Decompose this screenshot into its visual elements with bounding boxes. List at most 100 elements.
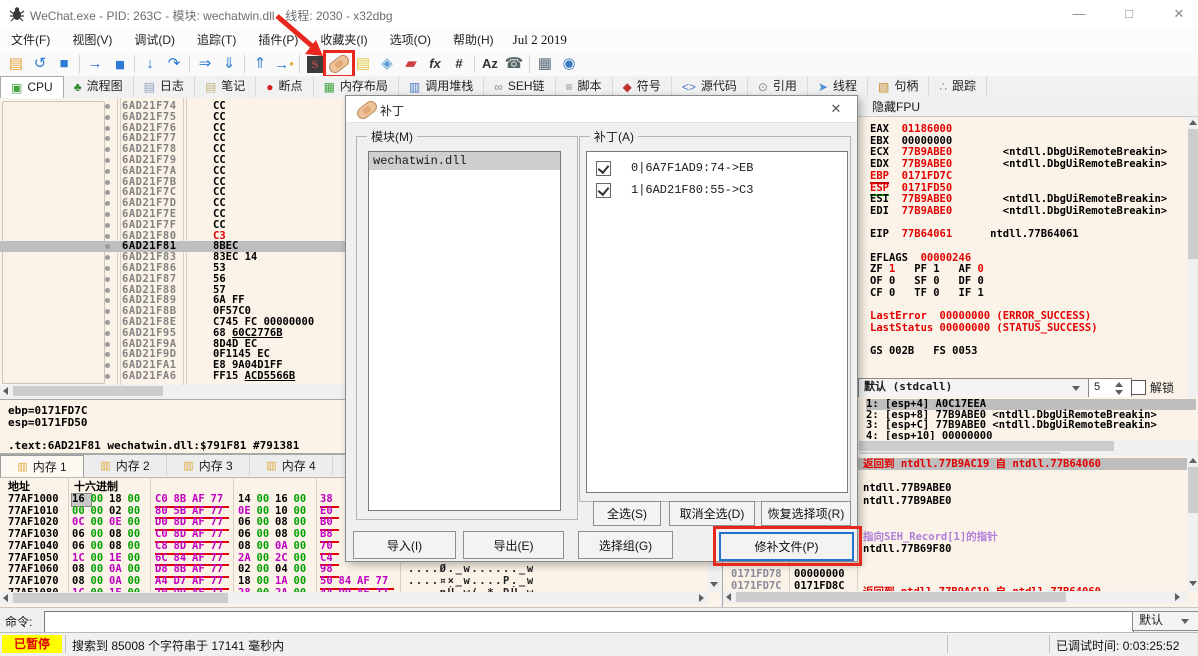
stack-vscrollbar[interactable] — [1187, 455, 1198, 591]
labels-icon[interactable]: ◈ — [375, 54, 399, 74]
dump-byte[interactable]: 8B — [174, 493, 193, 506]
patches-list[interactable]: 0|6A7F1AD9:74->EB 1|6AD21F80:55->C3 — [586, 151, 848, 493]
breakpoint-dot-icon[interactable] — [105, 255, 110, 261]
tab-CPU[interactable]: ▣ CPU — [0, 76, 64, 99]
tab-断点[interactable]: ● 断点 — [256, 76, 314, 97]
dump-byte[interactable]: 00 — [257, 493, 276, 506]
import-button[interactable]: 导入(I) — [353, 531, 456, 559]
menu-item[interactable]: 追踪(T) — [186, 28, 247, 52]
arg-depth-spinner[interactable]: 5 — [1088, 378, 1132, 398]
breakpoint-dot-icon[interactable] — [105, 147, 110, 153]
deselect-all-button[interactable]: 取消全选(D) — [669, 501, 755, 526]
calculator-icon[interactable]: ▦ — [533, 54, 557, 74]
dump-byte[interactable]: 08 — [72, 575, 91, 588]
function-icon[interactable]: fx — [423, 54, 447, 74]
tab-符号[interactable]: ◆ 符号 — [613, 76, 672, 97]
menu-item[interactable]: 选项(O) — [379, 28, 442, 52]
breakpoint-dot-icon[interactable] — [105, 244, 110, 250]
patch-list-item[interactable]: 0|6A7F1AD9:74->EB — [587, 158, 847, 178]
stack-row[interactable]: 0171FD78 00000000 — [723, 568, 1198, 580]
dump-byte[interactable]: 0A — [109, 575, 128, 588]
tab-内存布局[interactable]: ▦ 内存布局 — [314, 76, 399, 97]
breakpoint-dot-icon[interactable] — [105, 222, 110, 228]
callconv-combo[interactable]: 默认 (stdcall) — [858, 378, 1092, 398]
hide-fpu-button[interactable]: 隐藏FPU — [858, 98, 1198, 117]
dump-byte[interactable]: 50 — [320, 575, 339, 588]
dump-byte[interactable]: 00 — [294, 540, 313, 553]
dump-byte[interactable]: 8D — [174, 540, 193, 553]
module-list-item[interactable]: wechatwin.dll — [369, 152, 560, 170]
restart-icon[interactable]: ↺ — [28, 54, 52, 74]
step-into-icon[interactable]: ↓ — [138, 54, 162, 74]
dump-byte[interactable]: D7 — [174, 575, 193, 588]
breakpoint-dot-icon[interactable] — [105, 298, 110, 304]
tab-流程图[interactable]: ♣ 流程图 — [64, 76, 134, 97]
breakpoint-dot-icon[interactable] — [105, 190, 110, 196]
breakpoint-dot-icon[interactable] — [105, 104, 110, 109]
tab-SEH链[interactable]: ∞ SEH链 — [484, 76, 556, 97]
breakpoint-dot-icon[interactable] — [105, 179, 110, 185]
dump-byte[interactable]: 00 — [91, 493, 110, 506]
dump-byte[interactable]: 0A — [275, 540, 294, 553]
tab-源代码[interactable]: <> 源代码 — [672, 76, 748, 97]
register-line[interactable]: EDI 77B9ABE0 <ntdll.DbgUiRemoteBreakin> — [870, 205, 1186, 218]
dump-byte[interactable]: 00 — [128, 575, 147, 588]
dump-byte[interactable]: 16 — [275, 493, 294, 506]
dump-byte[interactable]: AF — [192, 575, 211, 588]
patch-checkbox[interactable] — [596, 183, 611, 198]
execute-till-return-icon[interactable]: ⇑ — [248, 54, 272, 74]
register-line[interactable]: CF 0 TF 0 IF 1 — [870, 287, 1186, 300]
tab-笔记[interactable]: ▤ 笔记 — [195, 76, 257, 97]
dump-byte[interactable]: 00 — [257, 540, 276, 553]
export-button[interactable]: 导出(E) — [463, 531, 564, 559]
maximize-button[interactable]: □ — [1112, 4, 1146, 24]
run-until-icon[interactable]: ⇒ — [193, 54, 217, 74]
dump-byte[interactable]: C8 — [155, 540, 174, 553]
tab-脚本[interactable]: ≡ 脚本 — [556, 76, 613, 97]
breakpoint-dot-icon[interactable] — [105, 168, 110, 174]
dump-byte[interactable]: 77 — [376, 575, 395, 588]
patch-dialog-titlebar[interactable]: 补丁 ✕ — [346, 96, 857, 123]
breakpoint-dot-icon[interactable] — [105, 136, 110, 142]
menu-item[interactable]: 视图(V) — [61, 28, 123, 52]
dump-byte[interactable]: AF — [192, 540, 211, 553]
select-all-button[interactable]: 全选(S) — [593, 501, 661, 526]
dump-byte[interactable]: 77 — [211, 540, 230, 553]
register-line[interactable]: GS 002B FS 0053 — [870, 345, 1186, 358]
dump-byte[interactable]: 16 — [71, 493, 92, 507]
breakpoint-dot-icon[interactable] — [105, 158, 110, 163]
step-over-icon[interactable]: ↷ — [162, 54, 186, 74]
close-button[interactable]: ✕ — [1162, 4, 1196, 24]
tab-调用堆栈[interactable]: ▥ 调用堆栈 — [399, 76, 485, 97]
dump-byte[interactable]: C0 — [155, 493, 174, 506]
dump-byte[interactable]: 06 — [72, 540, 91, 553]
globe-icon[interactable]: ◉ — [557, 54, 581, 74]
memory-tab[interactable]: ▥ 内存 2 — [84, 455, 167, 476]
stop-icon[interactable]: ■ — [52, 54, 76, 74]
memory-tab[interactable]: ▥ 内存 1 — [0, 455, 84, 477]
tab-日志[interactable]: ▤ 日志 — [134, 76, 195, 97]
breakpoint-dot-icon[interactable] — [105, 201, 110, 207]
dump-byte[interactable]: 00 — [257, 575, 276, 588]
breakpoint-dot-icon[interactable] — [105, 287, 110, 293]
register-line[interactable]: LastStatus 00000000 (STATUS_SUCCESS) — [870, 322, 1186, 335]
dump-byte[interactable]: 00 — [294, 575, 313, 588]
dump-byte[interactable]: 08 — [238, 540, 257, 553]
run-icon[interactable]: → — [83, 54, 107, 74]
dump-byte[interactable]: 00 — [91, 575, 110, 588]
memory-tab[interactable]: ▥ 内存 4 — [250, 455, 333, 476]
patch-checkbox[interactable] — [596, 161, 611, 176]
argument-row[interactable]: 4: [esp+10] 00000000 — [866, 431, 1196, 440]
menu-item[interactable]: 调试(D) — [123, 28, 186, 52]
tab-引用[interactable]: ⊙ 引用 — [748, 76, 808, 97]
hash-icon[interactable]: # — [447, 54, 471, 74]
dump-byte[interactable]: 00 — [128, 540, 147, 553]
dump-byte[interactable]: 00 — [128, 493, 147, 506]
dump-byte[interactable]: 14 — [238, 493, 257, 506]
breakpoint-dot-icon[interactable] — [105, 276, 110, 282]
dump-byte[interactable]: 00 — [91, 540, 110, 553]
dump-byte[interactable]: AF — [357, 575, 376, 588]
dump-byte[interactable]: 1A — [275, 575, 294, 588]
patch-list-item[interactable]: 1|6AD21F80:55->C3 — [587, 180, 847, 200]
breakpoint-dot-icon[interactable] — [105, 330, 110, 336]
